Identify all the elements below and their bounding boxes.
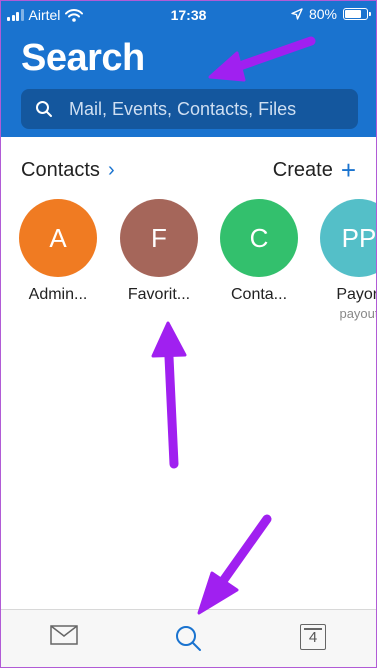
contact-card[interactable]: PP Payon payout — [313, 199, 376, 321]
bottom-tab-bar: 4 — [1, 609, 376, 667]
contact-subtitle: payout — [339, 306, 376, 321]
search-header: Airtel 17:38 80% Search — [1, 1, 376, 137]
avatar: A — [19, 199, 97, 277]
create-contact-button[interactable]: Create + — [272, 155, 356, 185]
contact-card[interactable]: A Admin... — [12, 199, 104, 304]
contact-name: Admin... — [28, 286, 88, 303]
contact-card[interactable]: C Conta... — [213, 199, 305, 304]
battery-icon — [343, 8, 371, 20]
create-label: Create — [272, 158, 333, 181]
mail-icon — [50, 625, 78, 645]
annotation-arrow-icon — [197, 514, 272, 615]
location-arrow-icon — [291, 8, 303, 20]
calendar-icon: 4 — [300, 624, 326, 650]
battery-percent: 80% — [308, 6, 337, 22]
tab-search[interactable] — [174, 624, 204, 654]
plus-icon: + — [340, 155, 356, 185]
contacts-section-header: Contacts › Create + — [21, 157, 356, 183]
chevron-right-icon: › — [107, 158, 115, 181]
avatar: PP — [320, 199, 376, 277]
contacts-carousel[interactable]: A Admin... F Favorit... C Conta... PP Pa… — [1, 199, 376, 329]
tab-mail[interactable] — [50, 624, 80, 654]
search-icon — [36, 101, 52, 117]
tab-calendar[interactable]: 4 — [300, 624, 330, 654]
contact-name: Payon — [336, 286, 376, 303]
search-field[interactable] — [21, 89, 358, 129]
contacts-label: Contacts — [21, 158, 100, 181]
contacts-link[interactable]: Contacts › — [21, 159, 115, 182]
status-right: 80% — [291, 6, 371, 22]
avatar: C — [220, 199, 298, 277]
annotation-arrow-icon — [151, 321, 187, 469]
status-bar: Airtel 17:38 80% — [1, 1, 376, 29]
contact-card[interactable]: F Favorit... — [113, 199, 205, 304]
contact-name: Favorit... — [127, 286, 191, 303]
contact-name: Conta... — [230, 286, 288, 303]
avatar: F — [120, 199, 198, 277]
search-input[interactable] — [69, 98, 349, 120]
search-icon — [176, 626, 201, 651]
page-title: Search — [21, 37, 145, 79]
